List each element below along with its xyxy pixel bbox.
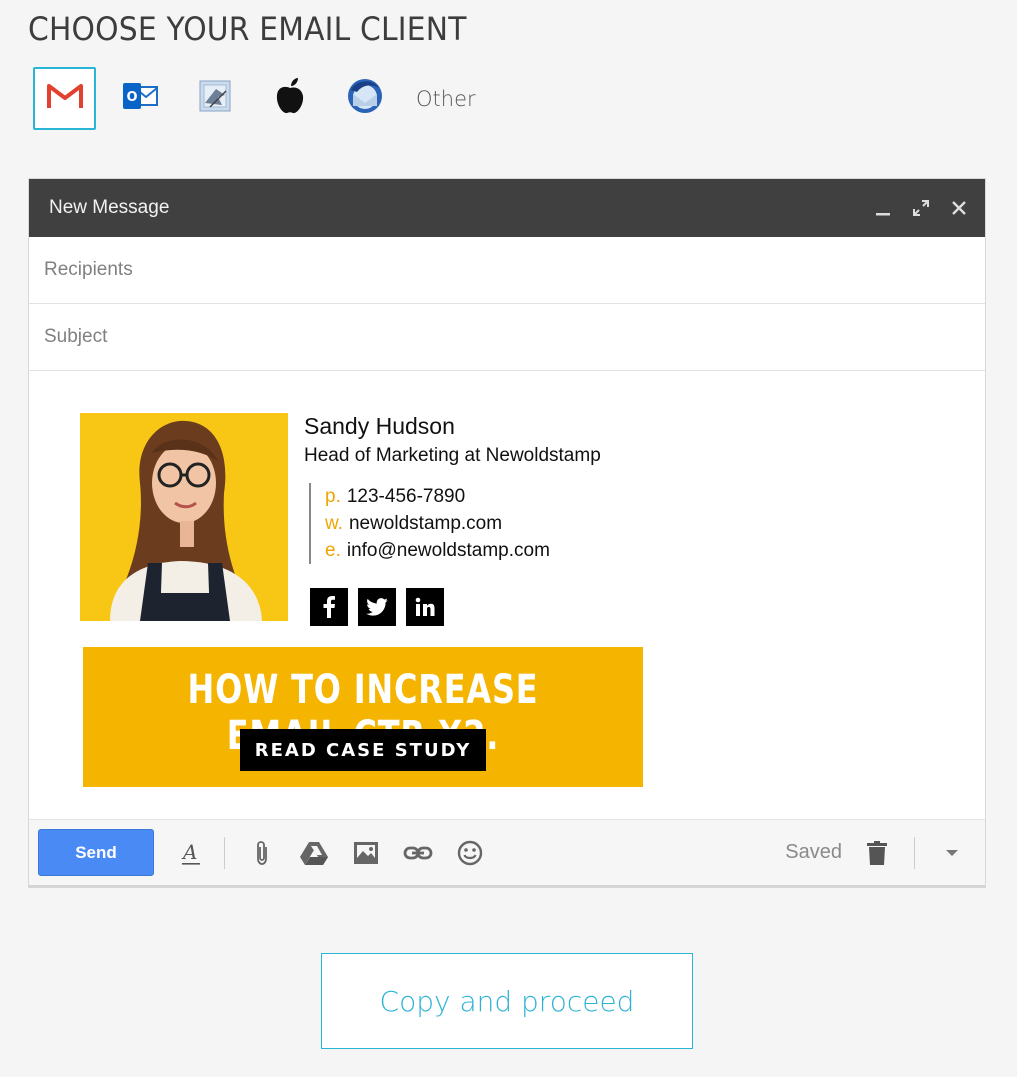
- profile-photo: [80, 413, 288, 621]
- toolbar-divider-right: [914, 836, 915, 869]
- signature-role: Head of Marketing at Newoldstamp: [304, 445, 601, 466]
- facebook-icon[interactable]: [310, 588, 348, 626]
- client-outlook[interactable]: O: [108, 67, 171, 130]
- signature-contacts: p. 123-456-7890 w. newoldstamp.com e. info@…: [309, 483, 550, 564]
- text-format-icon[interactable]: A: [176, 838, 206, 868]
- expand-icon[interactable]: [911, 198, 931, 218]
- attach-icon[interactable]: [247, 838, 277, 868]
- compose-title: New Message: [49, 197, 170, 218]
- signature-phone-row: p. 123-456-7890: [325, 483, 550, 510]
- close-icon[interactable]: [949, 198, 969, 218]
- client-apple[interactable]: [258, 67, 321, 130]
- signature-email-link[interactable]: info@newoldstamp.com: [347, 540, 550, 561]
- recipients-input[interactable]: [44, 259, 891, 281]
- saved-status: Saved: [785, 841, 842, 863]
- signature-website-link[interactable]: newoldstamp.com: [349, 513, 502, 534]
- compose-window: New Message Recipients Subject Sandy Hud…: [28, 178, 986, 888]
- compose-header: New Message: [29, 179, 985, 237]
- gmail-icon: [46, 81, 84, 116]
- phone-label: p.: [325, 486, 341, 507]
- social-links: [310, 588, 444, 626]
- banner-cta-button[interactable]: READ CASE STUDY: [240, 729, 486, 771]
- subject-input[interactable]: [44, 326, 891, 348]
- trash-icon[interactable]: [862, 838, 892, 868]
- web-label: w.: [325, 513, 343, 534]
- apple-mail-icon: [196, 77, 234, 120]
- insert-photo-icon[interactable]: [351, 838, 381, 868]
- svg-text:A: A: [181, 840, 197, 864]
- email-client-picker: O Other: [33, 67, 476, 130]
- subject-row: [29, 304, 985, 371]
- compose-toolbar: Send A Saved: [29, 819, 985, 887]
- copy-and-proceed-button[interactable]: Copy and proceed: [321, 953, 693, 1049]
- signature-web-row: w. newoldstamp.com: [325, 510, 550, 537]
- more-options-icon[interactable]: [937, 838, 967, 868]
- outlook-icon: O: [121, 79, 159, 118]
- client-gmail[interactable]: [33, 67, 96, 130]
- signature-email-row: e. info@newoldstamp.com: [325, 537, 550, 564]
- toolbar-divider: [224, 836, 225, 869]
- signature-name: Sandy Hudson: [304, 413, 455, 439]
- client-apple-mail[interactable]: [183, 67, 246, 130]
- apple-icon: [273, 77, 307, 120]
- thunderbird-icon: [345, 76, 385, 121]
- signature-phone[interactable]: 123-456-7890: [347, 486, 465, 507]
- send-button[interactable]: Send: [38, 829, 154, 876]
- drive-icon[interactable]: [299, 838, 329, 868]
- linkedin-icon[interactable]: [406, 588, 444, 626]
- message-body[interactable]: Sandy Hudson Head of Marketing at Newold…: [29, 371, 985, 818]
- emoji-icon[interactable]: [455, 838, 485, 868]
- recipients-row: [29, 237, 985, 304]
- minimize-icon[interactable]: [873, 198, 893, 218]
- twitter-icon[interactable]: [358, 588, 396, 626]
- client-other[interactable]: Other: [416, 87, 476, 111]
- promo-banner[interactable]: HOW TO INCREASE EMAIL CTR X2. READ CASE …: [83, 647, 643, 787]
- client-thunderbird[interactable]: [333, 67, 396, 130]
- link-icon[interactable]: [403, 838, 433, 868]
- email-label: e.: [325, 540, 341, 561]
- svg-text:O: O: [126, 90, 137, 105]
- page-title: CHOOSE YOUR EMAIL CLIENT: [28, 10, 467, 48]
